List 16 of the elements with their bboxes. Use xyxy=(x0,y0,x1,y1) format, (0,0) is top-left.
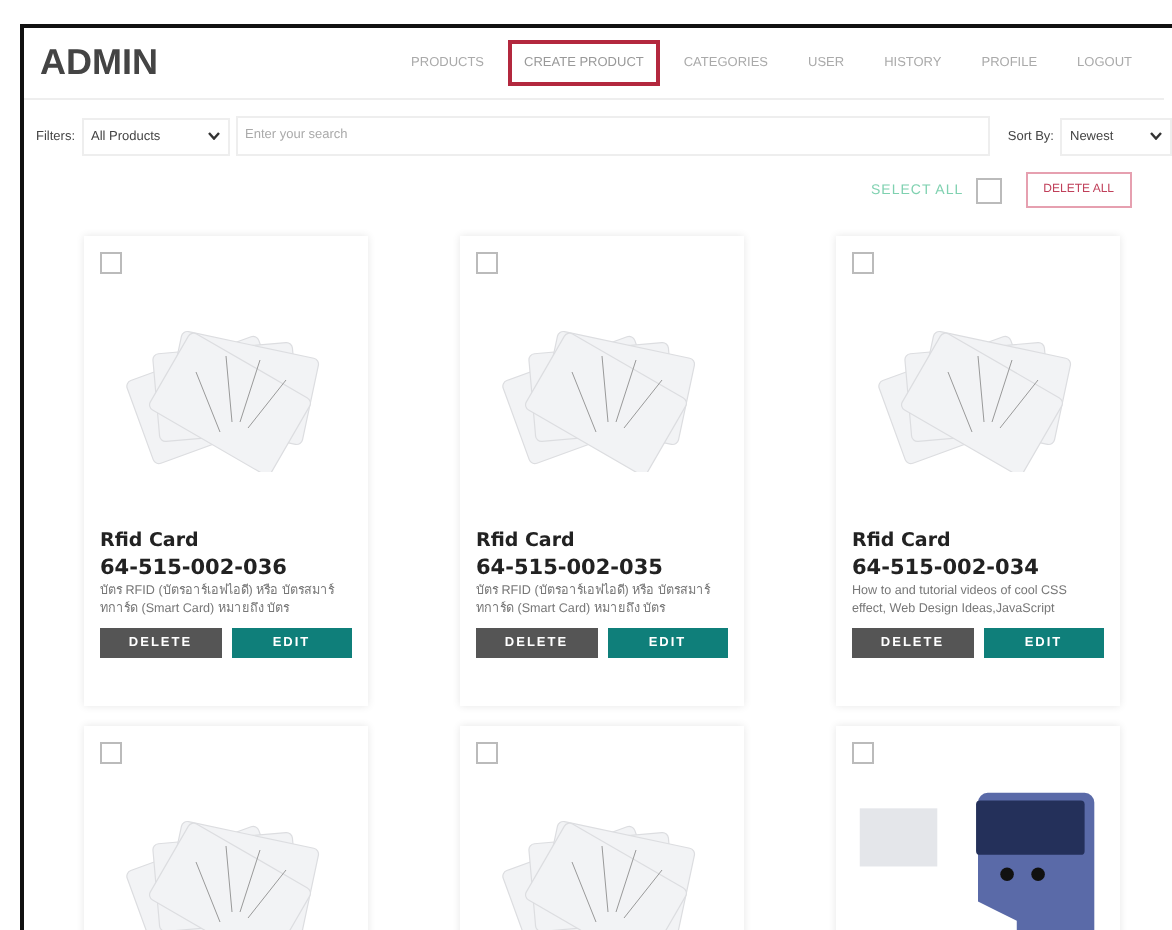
product-code: 64-515-002-036 xyxy=(100,556,289,580)
product-code: 64-515-002-035 xyxy=(476,556,665,580)
product-name: Rfid Card xyxy=(852,530,953,552)
product-checkbox[interactable] xyxy=(852,252,874,274)
app-title: ADMIN xyxy=(40,42,160,84)
product-name: Rfid Card xyxy=(100,530,201,552)
product-checkbox[interactable] xyxy=(100,252,122,274)
chevron-down-icon xyxy=(1150,132,1162,140)
product-code: 64-515-002-034 xyxy=(852,556,1041,580)
product-checkbox[interactable] xyxy=(100,742,122,764)
product-checkbox[interactable] xyxy=(476,252,498,274)
product-name: Rfid Card xyxy=(476,530,577,552)
product-checkbox[interactable] xyxy=(852,742,874,764)
select-all-checkbox[interactable] xyxy=(975,177,1002,203)
product-checkbox[interactable] xyxy=(476,742,498,764)
chevron-down-icon xyxy=(207,132,219,140)
